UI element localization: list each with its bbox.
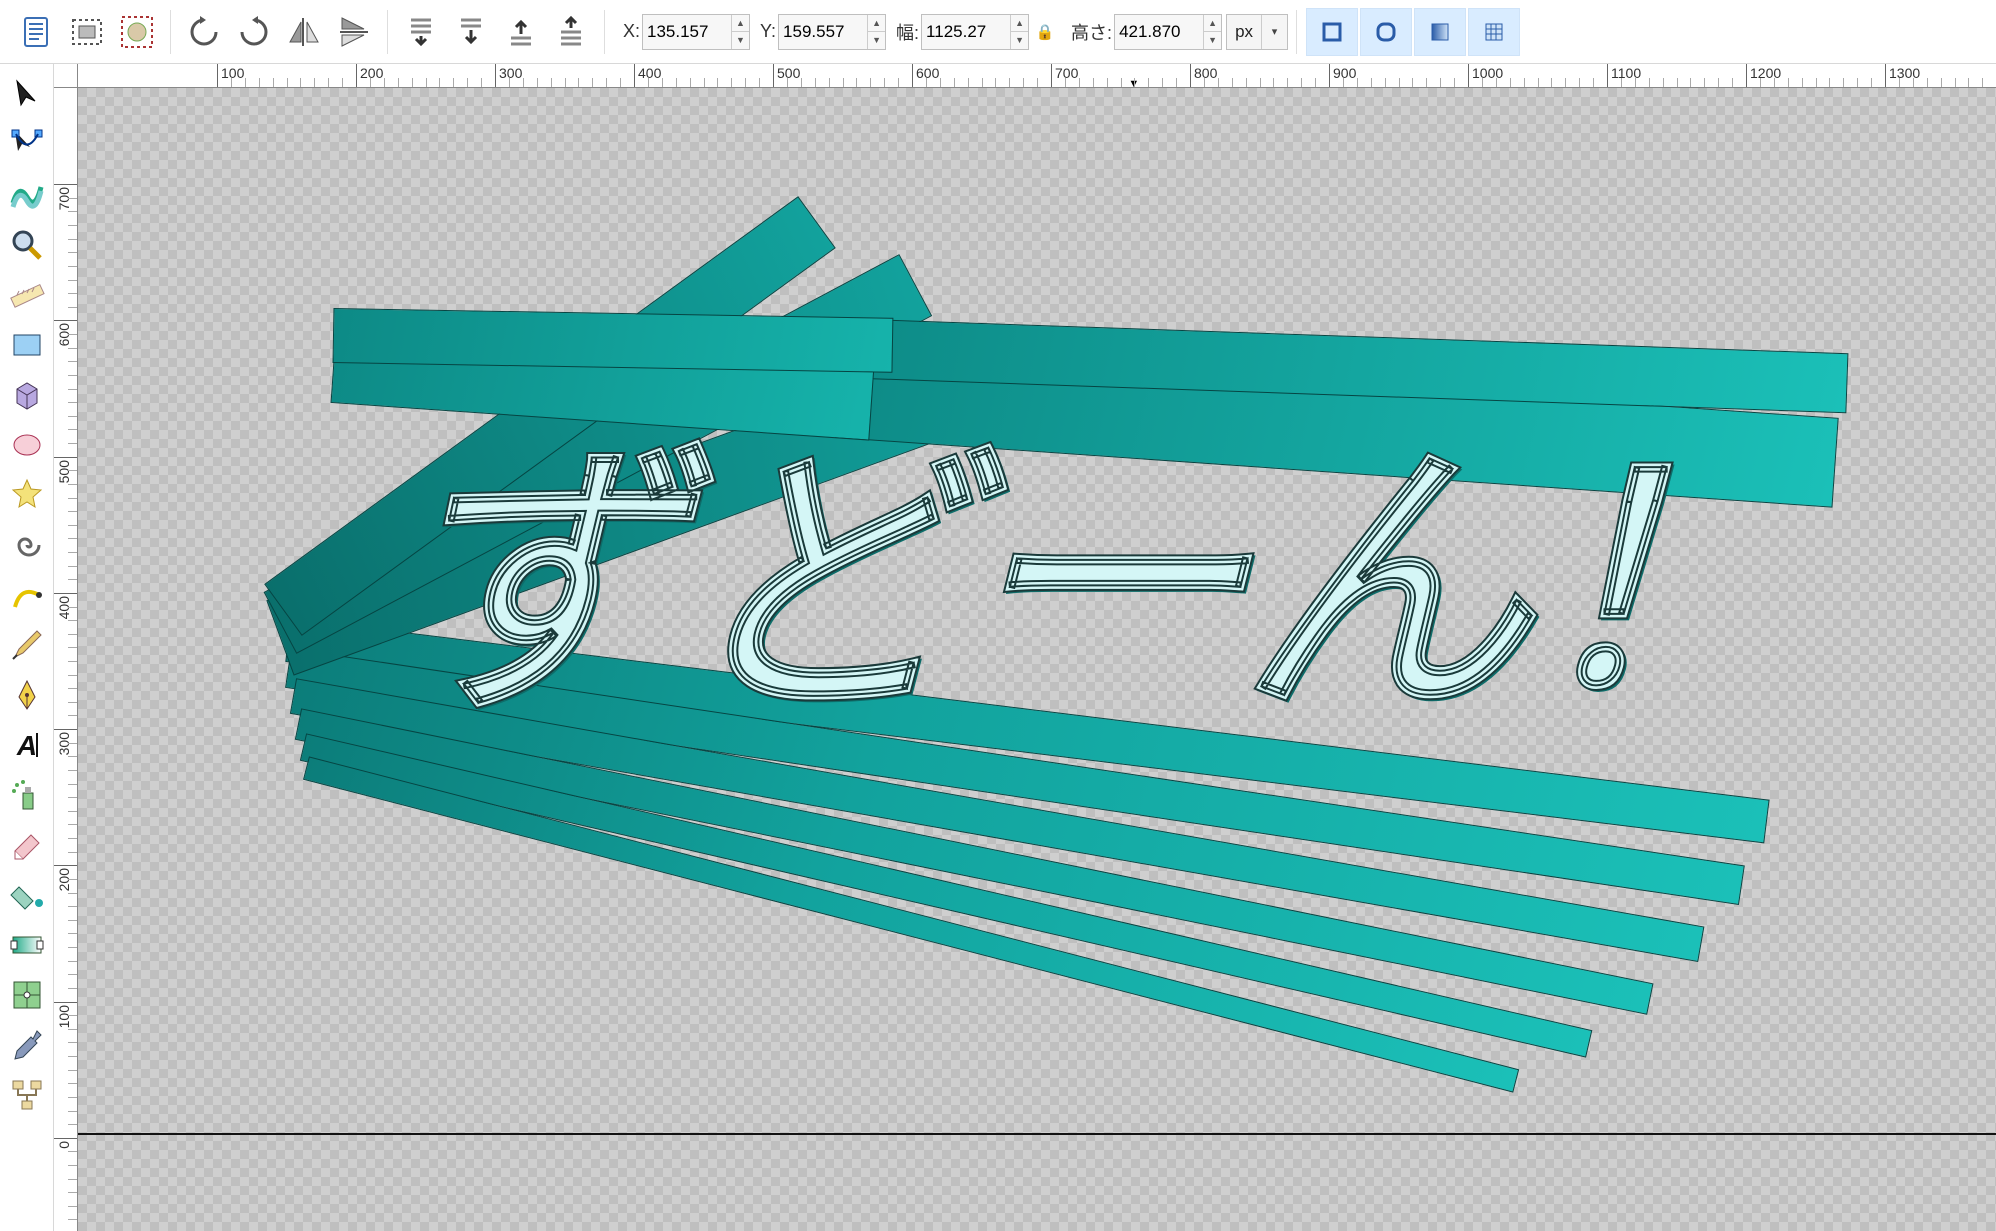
select-all-layers-button[interactable] — [12, 7, 62, 57]
pen-tool[interactable] — [4, 672, 50, 718]
flip-vertical-button[interactable] — [329, 7, 379, 57]
x-label: X: — [623, 21, 640, 42]
eraser-tool[interactable] — [4, 822, 50, 868]
tweak-tool[interactable] — [4, 172, 50, 218]
artwork-3d-text[interactable]: ずどーん！ — [198, 288, 1838, 1008]
artwork-face-text: ずどーん！ — [388, 348, 1808, 768]
text-tool[interactable]: A — [4, 722, 50, 768]
calligraphy-tool[interactable] — [4, 622, 50, 668]
raise-button[interactable] — [496, 7, 546, 57]
chevron-down-icon: ▾ — [1261, 15, 1287, 49]
width-input[interactable]: ▲▼ — [921, 14, 1029, 50]
mesh-tool[interactable] — [4, 972, 50, 1018]
y-input[interactable]: ▲▼ — [778, 14, 886, 50]
lower-button[interactable] — [446, 7, 496, 57]
star-tool[interactable] — [4, 472, 50, 518]
select-touch-button[interactable] — [112, 7, 162, 57]
spiral-tool[interactable] — [4, 522, 50, 568]
ruler-corner — [54, 64, 78, 88]
zoom-tool[interactable] — [4, 222, 50, 268]
bucket-tool[interactable] — [4, 872, 50, 918]
gradient-tool[interactable] — [4, 922, 50, 968]
tool-options-bar: X: ▲▼ Y: ▲▼ 幅: ▲▼ 🔒 高さ: ▲▼ px▾ — [0, 0, 1996, 64]
scale-stroke-toggle[interactable] — [1306, 8, 1358, 56]
rectangle-tool[interactable] — [4, 322, 50, 368]
scale-pattern-toggle[interactable] — [1468, 8, 1520, 56]
lower-to-bottom-button[interactable] — [396, 7, 446, 57]
scale-corners-toggle[interactable] — [1360, 8, 1412, 56]
vertical-ruler[interactable]: 7006005004003002001000 — [54, 88, 78, 1231]
workspace: ▼ 10020030040050060070080090010001100120… — [54, 64, 1996, 1231]
select-same-layer-button[interactable] — [62, 7, 112, 57]
scale-gradient-toggle[interactable] — [1414, 8, 1466, 56]
canvas[interactable]: ずどーん！ — [78, 88, 1996, 1231]
selector-tool[interactable] — [4, 72, 50, 118]
horizontal-ruler[interactable]: ▼ 10020030040050060070080090010001100120… — [78, 64, 1996, 88]
dropper-tool[interactable] — [4, 1022, 50, 1068]
rotate-cw-button[interactable] — [229, 7, 279, 57]
y-label: Y: — [760, 21, 776, 42]
measure-tool[interactable] — [4, 272, 50, 318]
node-tool[interactable] — [4, 122, 50, 168]
ellipse-tool[interactable] — [4, 422, 50, 468]
width-label: 幅: — [896, 19, 919, 45]
box3d-tool[interactable] — [4, 372, 50, 418]
unit-select[interactable]: px▾ — [1226, 14, 1288, 50]
spray-tool[interactable] — [4, 772, 50, 818]
x-input[interactable]: ▲▼ — [642, 14, 750, 50]
svg-text:A: A — [15, 730, 36, 761]
flip-horizontal-button[interactable] — [279, 7, 329, 57]
page-edge-horizontal — [78, 1133, 1996, 1135]
toolbox: A — [0, 64, 54, 1231]
connector-tool[interactable] — [4, 1072, 50, 1118]
rotate-ccw-button[interactable] — [179, 7, 229, 57]
raise-to-top-button[interactable] — [546, 7, 596, 57]
pencil-tool[interactable] — [4, 572, 50, 618]
height-input[interactable]: ▲▼ — [1114, 14, 1222, 50]
lock-aspect-icon[interactable]: 🔒 — [1033, 20, 1057, 44]
height-label: 高さ: — [1071, 19, 1112, 45]
